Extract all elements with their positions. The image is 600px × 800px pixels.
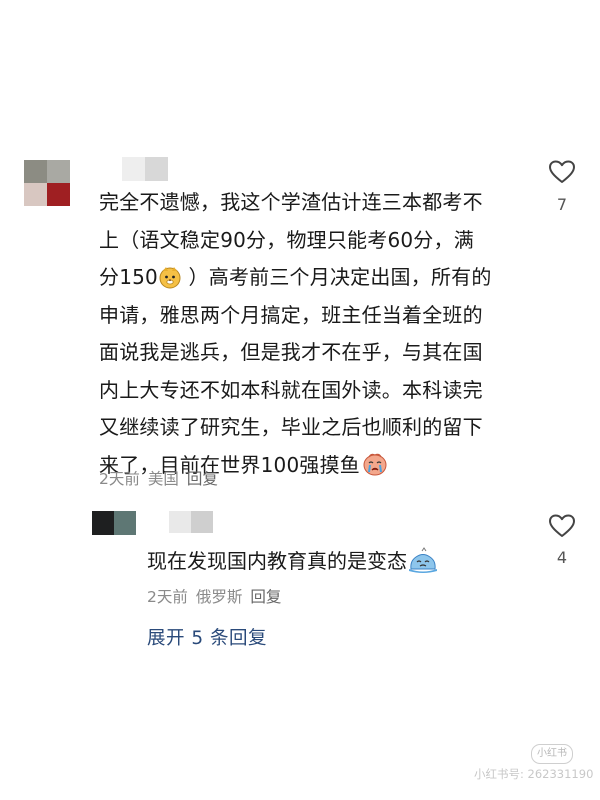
reply-like-count: 4 <box>556 548 568 567</box>
reply-time: 2天前 <box>147 588 188 606</box>
comment-line: 分150 ）高考前三个月决定出国，所有的 <box>99 265 492 289</box>
comment-line: 又继续读了研究生，毕业之后也顺利的留下 <box>99 415 483 439</box>
watermark-logo: 小红书 <box>531 744 573 764</box>
watermark-id: 小红书号: 262331190 <box>474 767 594 781</box>
reply-button[interactable]: 回复 <box>187 470 218 488</box>
comment-meta: 2天前 美国 回复 <box>99 467 226 489</box>
avatar[interactable] <box>24 160 70 206</box>
username[interactable] <box>99 157 191 181</box>
reply-avatar[interactable] <box>92 511 136 535</box>
reply-body: 现在发现国内教育真的是变态 <box>147 545 438 574</box>
comment-line: 申请，雅思两个月搞定，班主任当着全班的 <box>99 302 483 327</box>
comment-location: 美国 <box>147 470 179 488</box>
comment-line: 完全不遗憾，我这个学渣估计连三本都考不 <box>99 190 483 214</box>
reply-username[interactable] <box>147 511 213 533</box>
like-count: 7 <box>556 195 568 214</box>
reply-location: 俄罗斯 <box>195 588 243 606</box>
comment-time: 2天前 <box>99 470 140 488</box>
comment-line: 内上大专还不如本科就在国外读。本科读完 <box>99 377 483 402</box>
doge-face-emoji-icon <box>159 267 181 289</box>
like-heart-icon[interactable] <box>549 160 575 184</box>
reply-reply-button[interactable]: 回复 <box>250 588 281 606</box>
comment-body: 完全不遗憾，我这个学渣估计连三本都考不 上（语文稳定90分，物理只能考60分，满… <box>99 184 539 484</box>
crying-face-emoji-icon <box>363 453 387 475</box>
reply-meta: 2天前 俄罗斯 回复 <box>147 585 289 607</box>
melting-face-emoji-icon <box>409 547 437 573</box>
comment-line: 面说我是逃兵，但是我才不在乎，与其在国 <box>99 340 483 364</box>
expand-replies-button[interactable]: 展开 5 条回复 <box>147 624 267 650</box>
reply-like-heart-icon[interactable] <box>549 514 575 538</box>
comment-line: 上（语文稳定90分，物理只能考60分，满 <box>99 227 474 252</box>
